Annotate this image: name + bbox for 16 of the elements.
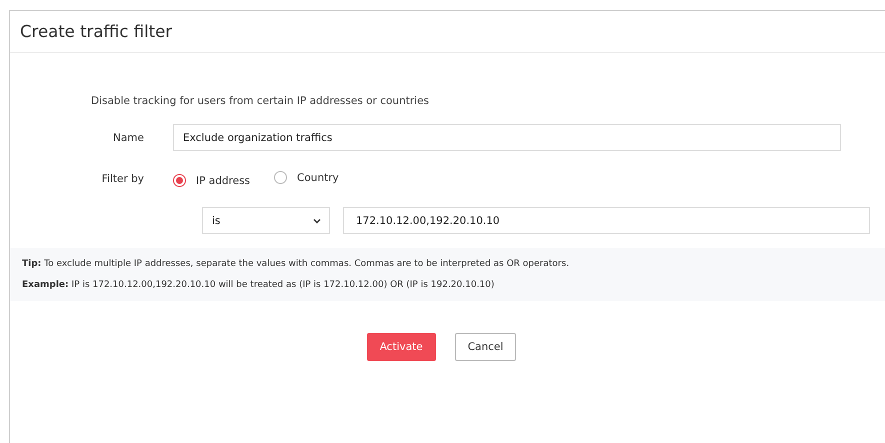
field-label: Filter by — [100, 172, 145, 184]
cancel-button[interactable]: Cancel — [454, 333, 516, 361]
chevron-down-icon — [313, 218, 321, 224]
note-text: Tip: To exclude multiple IP addresses, separate the values with commas. Commas are to be interpreted as OR operators. — [22, 259, 570, 269]
operator-dropdown[interactable]: is — [202, 207, 330, 234]
radio-button[interactable] — [173, 174, 186, 187]
radio-label[interactable]: Country — [297, 172, 339, 184]
dialog-title: Create traffic filter — [20, 22, 172, 41]
activate-button[interactable]: Activate — [366, 333, 436, 361]
field-label: Name — [112, 132, 145, 144]
description-text: Disable tracking for users from certain IP addresses or countries — [91, 95, 430, 107]
name-field[interactable]: Exclude organization traffics — [173, 124, 841, 151]
radio-label[interactable]: IP address — [196, 174, 250, 186]
radio-button[interactable] — [274, 171, 288, 184]
note-text: Example: IP is 172.10.12.00,192.20.10.10 will be treated as (IP is 172.10.12.00) OR (IP is 192.20.10.10) — [22, 280, 496, 290]
ip-address-field[interactable]: 172.10.12.00,192.20.10.10 — [343, 207, 870, 234]
